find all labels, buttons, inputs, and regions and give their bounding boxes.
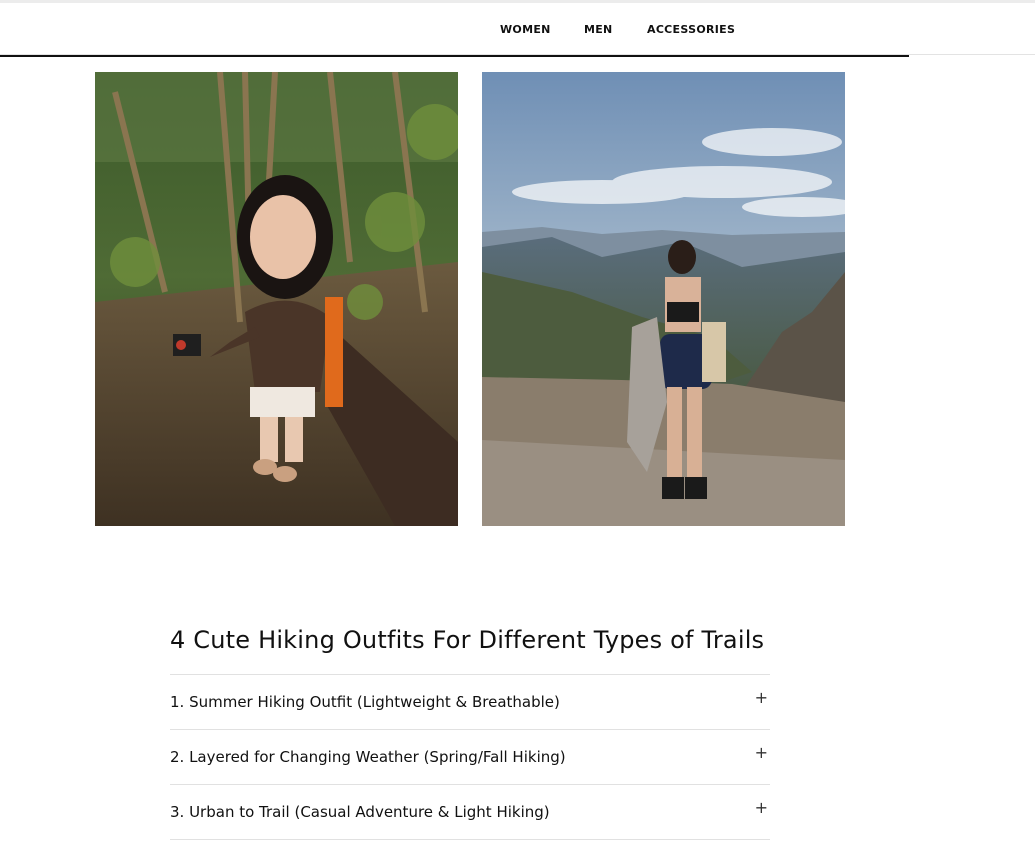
accordion-item-label: 2. Layered for Changing Weather (Spring/…: [170, 748, 566, 766]
nav-accessories[interactable]: ACCESSORIES: [647, 23, 735, 36]
plus-icon[interactable]: +: [755, 800, 768, 816]
accordion-item-summer[interactable]: 1. Summer Hiking Outfit (Lightweight & B…: [170, 675, 770, 730]
site-header: WOMEN MEN ACCESSORIES: [0, 3, 1035, 55]
accordion-item-label: 1. Summer Hiking Outfit (Lightweight & B…: [170, 693, 560, 711]
outfit-accordion: 1. Summer Hiking Outfit (Lightweight & B…: [170, 674, 770, 840]
nav-women[interactable]: WOMEN: [500, 23, 551, 36]
accordion-item-layered[interactable]: 2. Layered for Changing Weather (Spring/…: [170, 730, 770, 785]
forest-hiking-photo: [95, 72, 458, 526]
header-divider: [0, 55, 909, 57]
mountain-overlook-photo: [482, 72, 845, 526]
article-title: 4 Cute Hiking Outfits For Different Type…: [170, 626, 765, 654]
accordion-item-urban[interactable]: 3. Urban to Trail (Casual Adventure & Li…: [170, 785, 770, 840]
plus-icon[interactable]: +: [755, 690, 768, 706]
plus-icon[interactable]: +: [755, 745, 768, 761]
accordion-item-label: 3. Urban to Trail (Casual Adventure & Li…: [170, 803, 550, 821]
nav-men[interactable]: MEN: [584, 23, 613, 36]
